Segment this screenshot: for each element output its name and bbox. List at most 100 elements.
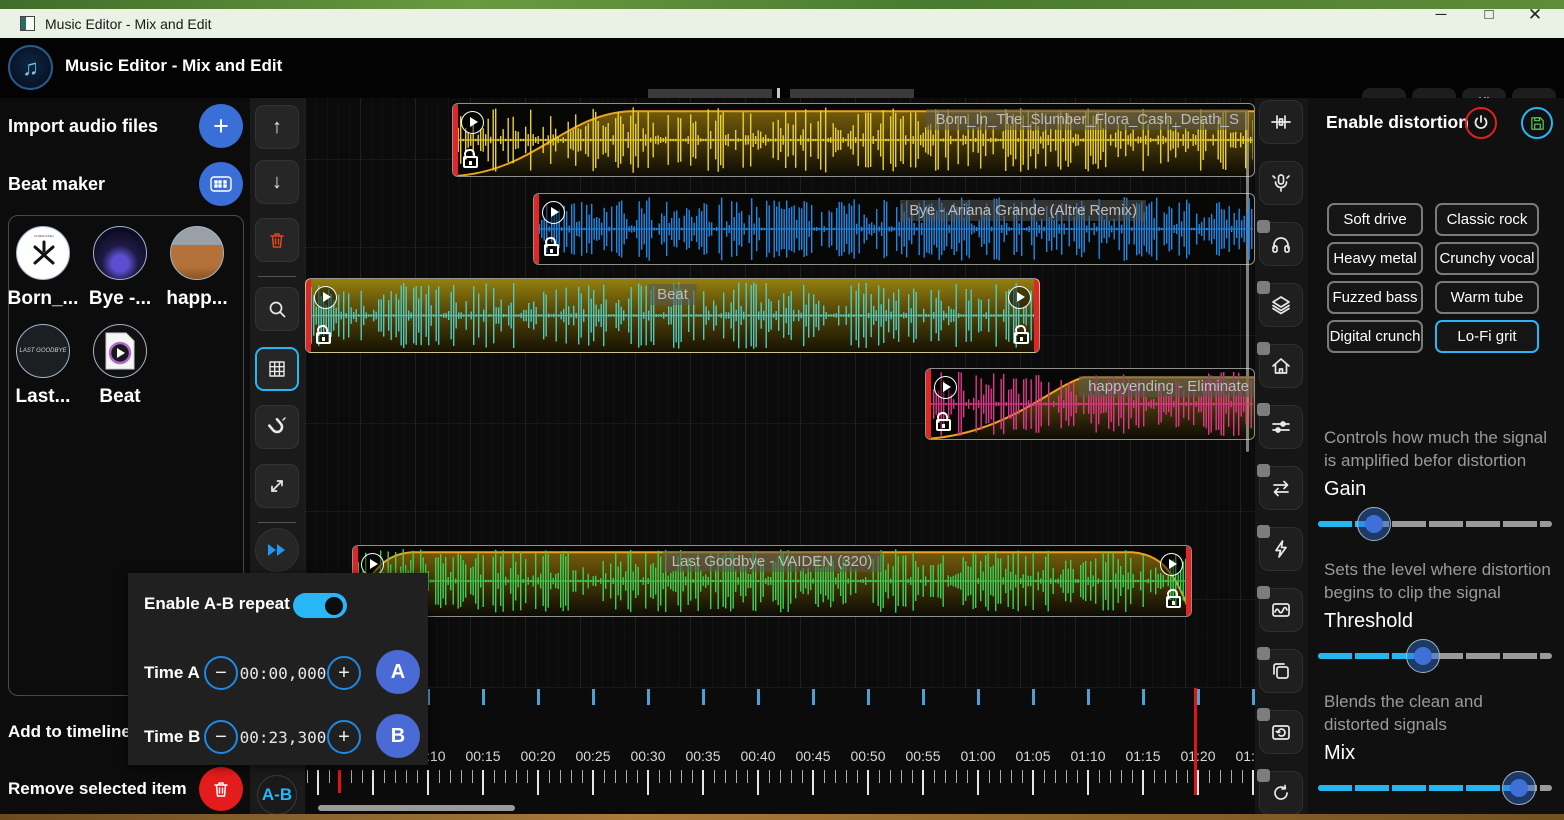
- power-icon: [1472, 114, 1490, 132]
- home-button[interactable]: [1259, 344, 1303, 388]
- expand-button[interactable]: [255, 464, 299, 508]
- play-icon[interactable]: [934, 376, 957, 399]
- close-button[interactable]: ✕: [1512, 0, 1558, 29]
- clip-left-handle[interactable]: [453, 104, 458, 176]
- clip-last-goodbye[interactable]: Last Goodbye - VAIDEN (320): [352, 545, 1192, 617]
- file-thumbnail-happyending[interactable]: [170, 226, 224, 280]
- file-thumbnail-beat[interactable]: [93, 324, 147, 378]
- clip-beat[interactable]: Beat: [305, 278, 1040, 353]
- time-a-increase-button[interactable]: +: [327, 656, 361, 690]
- time-b-decrease-button[interactable]: −: [204, 720, 238, 754]
- preset-heavy-metal[interactable]: Heavy metal: [1327, 242, 1423, 275]
- fast-forward-button[interactable]: [255, 528, 299, 572]
- clip-title: Bye - Ariana Grande (Altre Remix): [900, 200, 1146, 221]
- gain-slider[interactable]: [1318, 521, 1552, 527]
- sliders-button[interactable]: [1259, 405, 1303, 449]
- capture-rotate-button[interactable]: [1259, 710, 1303, 754]
- window-title: Music Editor - Mix and Edit: [45, 16, 212, 32]
- play-icon[interactable]: [314, 286, 337, 309]
- file-thumbnail-born[interactable]: FLORA CASH: [16, 226, 70, 280]
- set-marker-a-button[interactable]: A: [376, 650, 420, 694]
- clip-left-handle[interactable]: [306, 279, 311, 352]
- grid-snap-button[interactable]: [255, 347, 299, 391]
- time-a-decrease-button[interactable]: −: [204, 656, 238, 690]
- slider-thumb[interactable]: [1502, 771, 1536, 805]
- distortion-save-button[interactable]: [1521, 107, 1553, 139]
- clip-bye-ariana-grande[interactable]: Bye - Ariana Grande (Altre Remix): [533, 193, 1255, 265]
- playhead-tick[interactable]: [338, 770, 341, 793]
- slider-thumb[interactable]: [1357, 507, 1391, 541]
- file-label: Born_...: [5, 288, 81, 310]
- clip-left-handle[interactable]: [534, 194, 539, 264]
- layers-button[interactable]: [1259, 283, 1303, 327]
- maximize-button[interactable]: □: [1466, 0, 1512, 29]
- delete-clip-button[interactable]: [255, 218, 299, 262]
- play-icon[interactable]: [1008, 286, 1031, 309]
- duplicate-button[interactable]: [1259, 649, 1303, 693]
- magnet-snap-button[interactable]: [255, 405, 299, 449]
- copy-icon: [1270, 660, 1292, 682]
- play-icon[interactable]: [461, 111, 484, 134]
- app-header: ♫ Music Editor - Mix and Edit 00:00,000 …: [0, 38, 1564, 98]
- refresh-button[interactable]: [1259, 771, 1303, 815]
- file-thumbnail-lastgoodbye[interactable]: LAST GOODBYE: [16, 324, 70, 378]
- move-down-button[interactable]: ↓: [255, 160, 299, 204]
- clip-right-handle[interactable]: [1034, 279, 1039, 352]
- horizontal-scrollbar[interactable]: [318, 805, 515, 811]
- lock-icon[interactable]: [1014, 332, 1029, 344]
- clip-happyending[interactable]: happyending - Eliminate: [925, 368, 1255, 440]
- file-label: Beat: [82, 386, 158, 408]
- preset-lofi-grit[interactable]: Lo-Fi grit: [1435, 320, 1539, 353]
- headphones-button[interactable]: [1259, 222, 1303, 266]
- lock-icon[interactable]: [1166, 596, 1181, 608]
- preset-classic-rock[interactable]: Classic rock: [1435, 203, 1539, 236]
- file-thumbnail-bye[interactable]: [93, 226, 147, 280]
- ruler-ticks: [305, 770, 1255, 797]
- threshold-slider[interactable]: [1318, 653, 1552, 659]
- play-icon[interactable]: [542, 201, 565, 224]
- bolt-icon: [1270, 538, 1292, 560]
- clip-right-handle[interactable]: [1186, 546, 1191, 616]
- ab-repeat-button[interactable]: A-B: [257, 775, 297, 815]
- trim-tool-button[interactable]: [1259, 100, 1303, 144]
- mix-slider[interactable]: [1318, 785, 1552, 791]
- time-b-increase-button[interactable]: +: [327, 720, 361, 754]
- clip-left-handle[interactable]: [926, 369, 931, 439]
- sliders-icon: [1270, 416, 1292, 438]
- swap-button[interactable]: [1259, 466, 1303, 510]
- preset-soft-drive[interactable]: Soft drive: [1327, 203, 1423, 236]
- remove-selected-button[interactable]: [199, 767, 243, 811]
- lock-icon[interactable]: [316, 332, 331, 344]
- lock-icon[interactable]: [936, 419, 951, 431]
- timeline-tracks[interactable]: Born_In_The_Slumber_Flora_Cash_Death_S B…: [305, 98, 1255, 688]
- preset-digital-crunch[interactable]: Digital crunch: [1327, 320, 1423, 353]
- play-icon[interactable]: [1160, 553, 1183, 576]
- lock-icon[interactable]: [544, 244, 559, 256]
- clip-born-in-the-slumber[interactable]: Born_In_The_Slumber_Flora_Cash_Death_S: [452, 103, 1255, 177]
- timeline-area[interactable]: Born_In_The_Slumber_Flora_Cash_Death_S B…: [305, 98, 1255, 814]
- beat-markers-row: [305, 688, 1255, 706]
- import-audio-button[interactable]: +: [199, 104, 243, 148]
- wave-chart-button[interactable]: [1259, 588, 1303, 632]
- time-b-label: Time B: [144, 727, 200, 747]
- beat-maker-button[interactable]: [199, 162, 243, 206]
- app-title: Music Editor - Mix and Edit: [65, 56, 282, 76]
- preset-warm-tube[interactable]: Warm tube: [1435, 281, 1539, 314]
- distortion-power-button[interactable]: [1465, 107, 1497, 139]
- move-up-button[interactable]: ↑: [255, 105, 299, 149]
- lock-icon[interactable]: [463, 156, 478, 168]
- end-marker-line[interactable]: [1194, 688, 1197, 795]
- slider-thumb[interactable]: [1406, 639, 1440, 673]
- preset-fuzzed-bass[interactable]: Fuzzed bass: [1327, 281, 1423, 314]
- set-marker-b-button[interactable]: B: [376, 714, 420, 758]
- toggle-badge: [1257, 220, 1270, 233]
- toggle-knob: [325, 597, 343, 615]
- minimize-button[interactable]: ─: [1418, 0, 1464, 29]
- ab-repeat-toggle[interactable]: [293, 593, 347, 618]
- desktop-background-top: [0, 0, 1564, 9]
- mic-effect-button[interactable]: [1259, 161, 1303, 205]
- zoom-search-button[interactable]: [255, 287, 299, 331]
- bolt-button[interactable]: [1259, 527, 1303, 571]
- magnet-icon: [266, 416, 288, 438]
- preset-crunchy-vocal[interactable]: Crunchy vocal: [1435, 242, 1539, 275]
